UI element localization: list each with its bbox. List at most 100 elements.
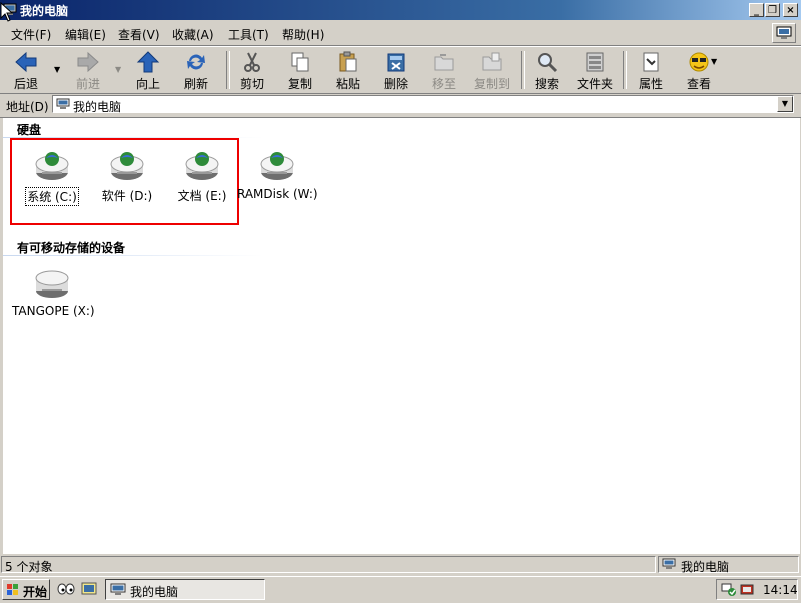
- up-button[interactable]: 向上: [124, 49, 172, 91]
- title-bar[interactable]: 我的电脑 _ ❐ ×: [0, 0, 801, 20]
- status-location: 我的电脑: [658, 556, 799, 574]
- address-label: 地址(D): [6, 100, 49, 114]
- hard-drive-icon: [185, 152, 219, 180]
- windows-logo-icon: [772, 23, 796, 43]
- address-value: 我的电脑: [73, 100, 122, 114]
- copy-to-icon: [482, 52, 502, 71]
- delete-button[interactable]: 删除: [372, 49, 420, 91]
- up-label: 向上: [135, 77, 160, 91]
- paste-button[interactable]: 粘贴: [324, 49, 372, 91]
- folders-icon: [586, 52, 604, 72]
- view-smiley-icon: [689, 52, 709, 72]
- file-view[interactable]: 硬盘 系统 (C:) 软件 (D:) 文档 (E:) RAMDisk (W:) …: [3, 118, 800, 554]
- windows-flag-icon: [7, 584, 18, 595]
- quicklaunch-eyes-icon[interactable]: [57, 582, 75, 596]
- hard-drive-icon: [110, 152, 144, 180]
- status-location-label: 我的电脑: [681, 560, 730, 574]
- my-computer-icon: [56, 98, 70, 109]
- mouse-cursor-icon: [0, 2, 14, 22]
- copy-to-button[interactable]: 复制到: [468, 49, 516, 91]
- search-icon: [538, 53, 558, 73]
- restore-button[interactable]: ❐: [765, 3, 780, 17]
- menu-file[interactable]: 文件(F): [11, 26, 51, 43]
- drive-label: 系统 (C:): [25, 187, 79, 206]
- drive-w[interactable]: RAMDisk (W:): [236, 150, 318, 201]
- start-label: 开始: [23, 585, 48, 599]
- close-button[interactable]: ×: [783, 3, 798, 17]
- up-arrow-icon: [136, 51, 160, 73]
- network-icon[interactable]: [721, 582, 737, 597]
- refresh-icon: [187, 54, 205, 70]
- hard-drive-icon: [35, 152, 69, 180]
- forward-dropdown-icon[interactable]: ▼: [115, 65, 121, 74]
- group-title-removable: 有可移动存储的设备: [17, 241, 126, 255]
- tray-app-icon[interactable]: [739, 582, 755, 597]
- back-label: 后退: [13, 77, 38, 91]
- system-tray: 14:14: [716, 579, 798, 600]
- move-to-button[interactable]: 移至: [420, 49, 468, 91]
- search-label: 搜索: [534, 77, 559, 91]
- back-dropdown-icon[interactable]: ▼: [54, 65, 60, 74]
- hard-drive-icon: [260, 152, 294, 180]
- folders-label: 文件夹: [576, 77, 613, 91]
- my-computer-icon: [662, 558, 676, 569]
- folders-button[interactable]: 文件夹: [571, 49, 619, 91]
- copy-to-label: 复制到: [473, 77, 510, 91]
- drive-x[interactable]: TANGOPE (X:): [11, 269, 95, 318]
- menu-favorites[interactable]: 收藏(A): [172, 26, 214, 43]
- delete-icon: [387, 53, 405, 72]
- forward-label: 前进: [75, 77, 100, 91]
- toolbar: 后退 ▼ 前进 ▼ 向上 刷新 剪切 复制 粘贴 删除 移至 复制到 搜索 文件…: [0, 46, 801, 94]
- task-my-computer[interactable]: 我的电脑: [105, 579, 265, 600]
- scissors-icon: [244, 52, 260, 72]
- drive-label: 文档 (E:): [177, 189, 227, 203]
- forward-button[interactable]: 前进: [64, 49, 112, 91]
- address-dropdown-button[interactable]: ▼: [777, 96, 793, 112]
- window-title: 我的电脑: [20, 4, 69, 18]
- drive-e[interactable]: 文档 (E:): [161, 150, 243, 204]
- refresh-label: 刷新: [183, 77, 208, 91]
- menu-view[interactable]: 查看(V): [118, 26, 160, 43]
- minimize-button[interactable]: _: [749, 3, 764, 17]
- paste-label: 粘贴: [335, 77, 360, 91]
- drive-label: RAMDisk (W:): [237, 187, 318, 201]
- taskbar: 开始 我的电脑 14:14: [0, 576, 801, 603]
- properties-icon: [643, 52, 659, 72]
- cut-button[interactable]: 剪切: [228, 49, 276, 91]
- menu-tools[interactable]: 工具(T): [228, 26, 269, 43]
- address-input[interactable]: 我的电脑 ▼: [52, 95, 794, 114]
- clipboard-icon: [339, 51, 357, 72]
- cut-label: 剪切: [239, 77, 264, 91]
- status-bar: 5 个对象 我的电脑: [0, 555, 801, 575]
- my-computer-icon: [110, 583, 126, 595]
- start-button[interactable]: 开始: [2, 579, 50, 600]
- menu-edit[interactable]: 编辑(E): [65, 26, 106, 43]
- group-divider: [3, 255, 423, 256]
- move-to-label: 移至: [431, 77, 456, 91]
- drive-d[interactable]: 软件 (D:): [86, 150, 168, 204]
- properties-button[interactable]: 属性: [627, 49, 675, 91]
- back-button[interactable]: 后退: [2, 49, 50, 91]
- status-count: 5 个对象: [1, 556, 656, 574]
- back-arrow-icon: [15, 51, 37, 73]
- drive-c[interactable]: 系统 (C:): [11, 150, 93, 206]
- copy-button[interactable]: 复制: [276, 49, 324, 91]
- drive-label: TANGOPE (X:): [12, 304, 95, 318]
- group-title-hard-disks: 硬盘: [17, 123, 42, 137]
- delete-label: 删除: [383, 77, 408, 91]
- drive-label: 软件 (D:): [101, 189, 153, 203]
- menu-bar: 文件(F) 编辑(E) 查看(V) 收藏(A) 工具(T) 帮助(H): [0, 21, 801, 46]
- copy-label: 复制: [287, 77, 312, 91]
- quicklaunch-desktop-icon[interactable]: [81, 581, 97, 597]
- menu-help[interactable]: 帮助(H): [282, 26, 324, 43]
- view-label: 查看: [686, 77, 711, 91]
- view-button[interactable]: 查看: [675, 49, 723, 91]
- view-dropdown-icon[interactable]: ▼: [711, 57, 717, 66]
- copy-icon: [291, 52, 309, 72]
- address-bar: 地址(D) 我的电脑 ▼: [0, 93, 801, 118]
- properties-label: 属性: [638, 77, 663, 91]
- refresh-button[interactable]: 刷新: [172, 49, 220, 91]
- task-label: 我的电脑: [130, 585, 179, 599]
- search-button[interactable]: 搜索: [523, 49, 571, 91]
- removable-drive-icon: [35, 270, 69, 298]
